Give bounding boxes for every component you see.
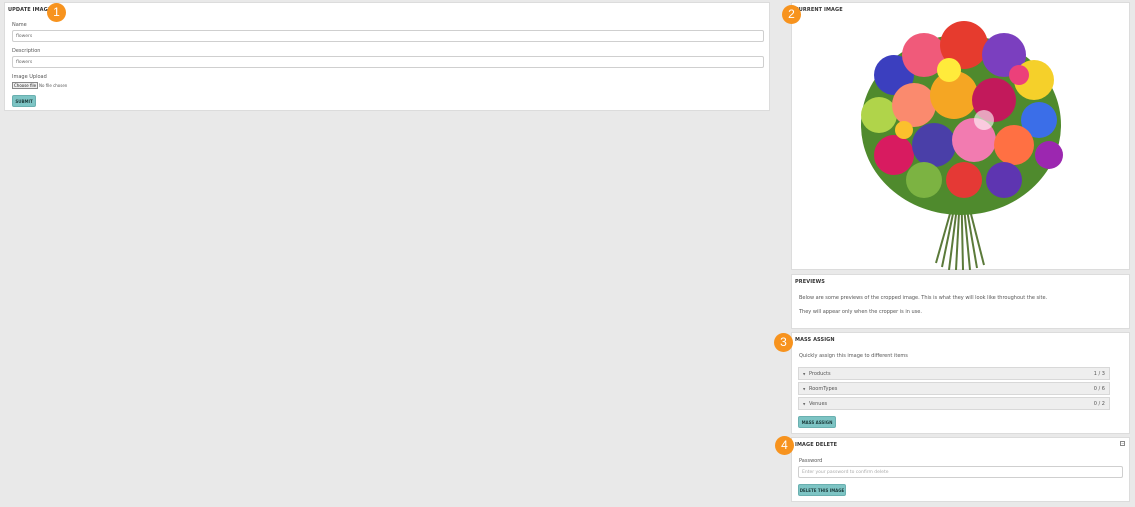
update-image-panel: UPDATE IMAGE Name flowers Description fl… xyxy=(4,2,770,111)
assign-row-count: 0 / 2 xyxy=(1093,401,1105,407)
caret-down-icon: ▼ xyxy=(803,402,806,406)
name-input[interactable]: flowers xyxy=(12,30,764,42)
delete-image-button[interactable]: DELETE THIS IMAGE xyxy=(798,484,846,496)
password-label: Password xyxy=(799,458,823,464)
mass-assign-panel: MASS ASSIGN Quickly assign this image to… xyxy=(791,332,1130,434)
image-delete-panel: IMAGE DELETE − Password Enter your passw… xyxy=(791,437,1130,502)
assign-row-label: RoomTypes xyxy=(809,386,838,392)
step-badge-2: 2 xyxy=(782,5,801,24)
current-image-title: CURRENT IMAGE xyxy=(795,7,843,13)
caret-down-icon: ▼ xyxy=(803,372,806,376)
step-badge-4: 4 xyxy=(775,436,794,455)
update-image-title: UPDATE IMAGE xyxy=(8,7,52,13)
image-upload-label: Image Upload xyxy=(12,74,47,80)
assign-row-count: 1 / 3 xyxy=(1093,371,1105,377)
password-input[interactable]: Enter your password to confirm delete xyxy=(798,466,1123,478)
step-badge-3: 3 xyxy=(774,333,793,352)
previews-title: PREVIEWS xyxy=(795,279,825,285)
assign-row-label: Venues xyxy=(809,401,828,407)
mass-assign-title: MASS ASSIGN xyxy=(795,337,835,343)
description-input[interactable]: flowers xyxy=(12,56,764,68)
image-delete-title: IMAGE DELETE xyxy=(795,442,838,448)
step-badge-1: 1 xyxy=(47,3,66,22)
previews-text-2: They will appear only when the cropper i… xyxy=(799,309,922,315)
choose-file-button[interactable]: Choose file xyxy=(12,82,39,89)
no-file-text: No file chosen xyxy=(39,83,68,88)
minimize-icon[interactable]: − xyxy=(1120,441,1125,446)
name-label: Name xyxy=(12,22,27,28)
caret-down-icon: ▼ xyxy=(803,387,806,391)
flower-bouquet-image xyxy=(861,21,1063,270)
assign-row-count: 0 / 6 xyxy=(1093,386,1105,392)
mass-assign-intro: Quickly assign this image to different i… xyxy=(799,353,908,359)
submit-button[interactable]: SUBMIT xyxy=(12,95,36,107)
assign-row-venues[interactable]: ▼ Venues 0 / 2 xyxy=(798,397,1110,410)
description-label: Description xyxy=(12,48,41,54)
previews-panel: PREVIEWS Below are some previews of the … xyxy=(791,274,1130,329)
assign-row-products[interactable]: ▼ Products 1 / 3 xyxy=(798,367,1110,380)
mass-assign-button[interactable]: MASS ASSIGN xyxy=(798,416,836,428)
assign-row-roomtypes[interactable]: ▼ RoomTypes 0 / 6 xyxy=(798,382,1110,395)
previews-text-1: Below are some previews of the cropped i… xyxy=(799,295,1048,301)
current-image-panel: CURRENT IMAGE xyxy=(791,2,1130,270)
assign-row-label: Products xyxy=(809,371,831,377)
